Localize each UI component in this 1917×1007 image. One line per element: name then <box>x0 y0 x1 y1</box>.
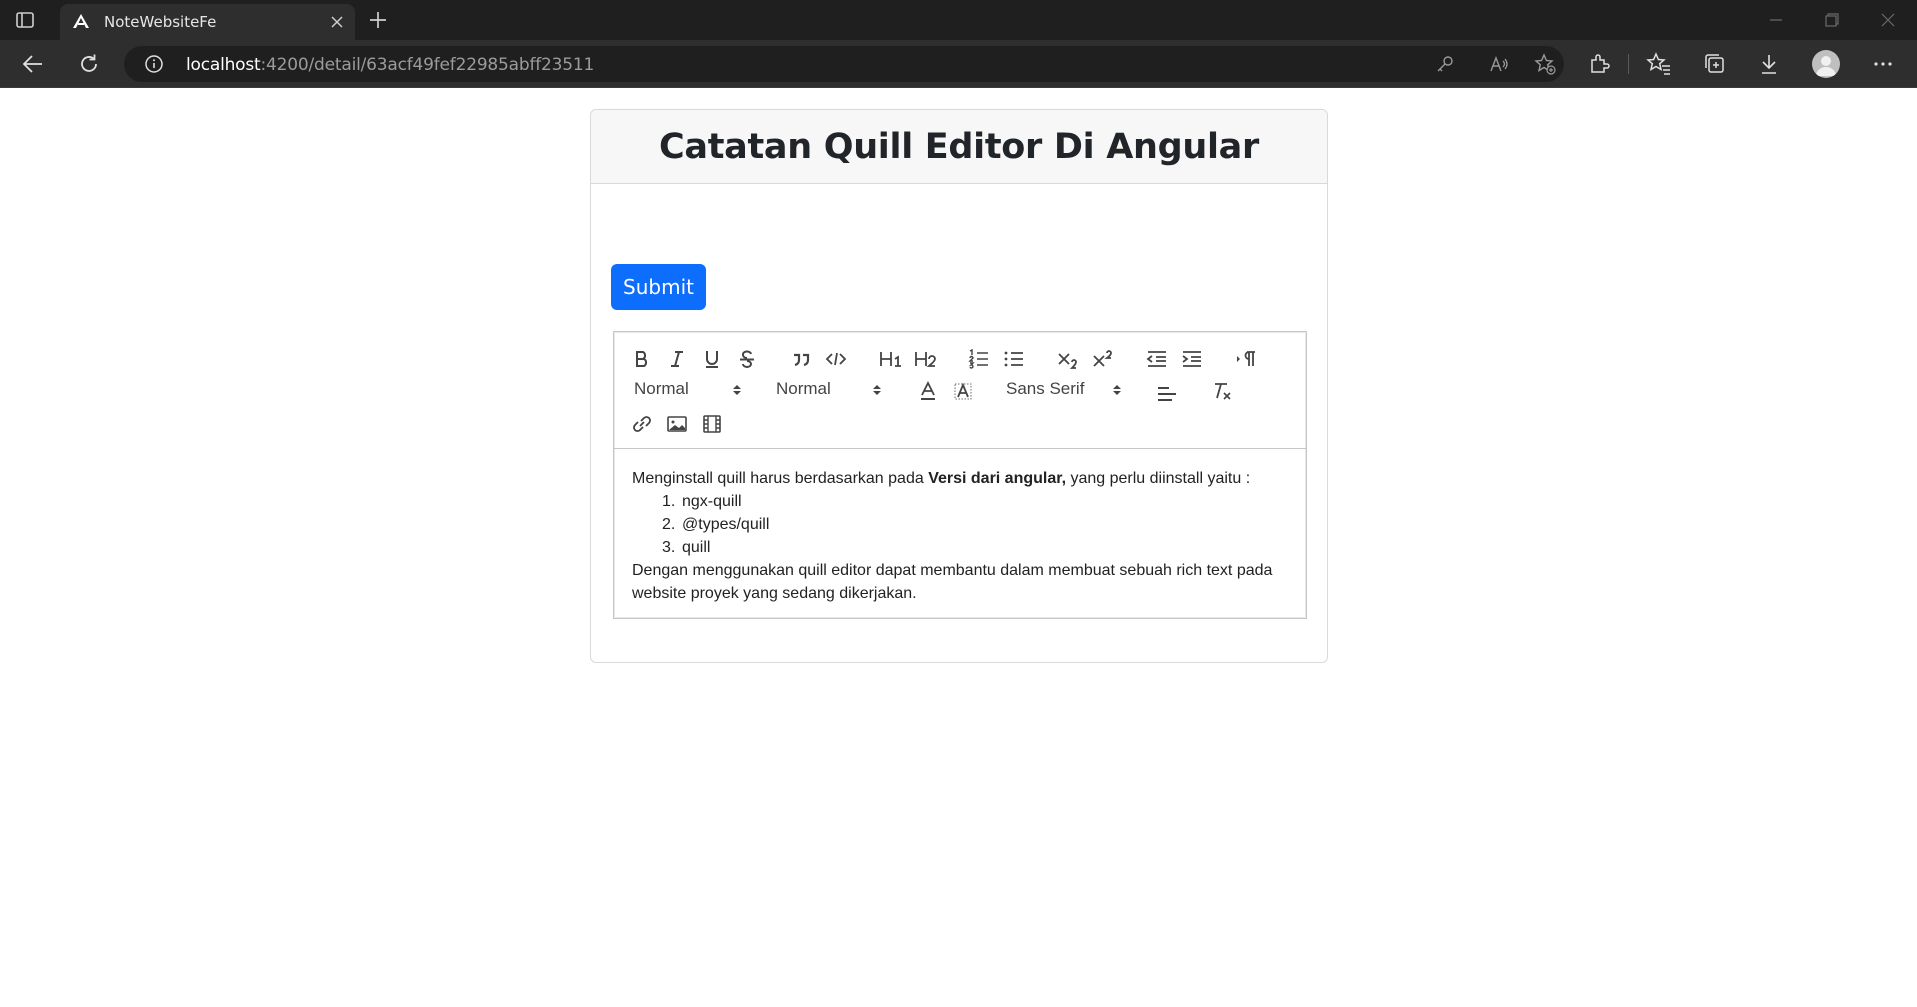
editor-toolbar: Normal Normal Sans Serif <box>614 332 1306 449</box>
favorites-icon[interactable] <box>1646 51 1672 77</box>
list-item: 1. ngx-quill <box>662 490 1292 513</box>
list-number: 1. <box>662 493 676 510</box>
url-text: localhost:4200/detail/63acf49fef22985abf… <box>186 55 594 75</box>
restore-icon[interactable] <box>1822 10 1842 30</box>
close-icon[interactable] <box>329 14 345 30</box>
size-select-value: Normal <box>776 379 831 398</box>
url-path: :4200/detail/63acf49fef22985abff23511 <box>260 55 595 75</box>
install-list: 1. ngx-quill 2. @types/quill 3. quill <box>632 490 1292 559</box>
list-item-text: @types/quill <box>682 516 770 533</box>
minimize-icon[interactable] <box>1766 10 1786 30</box>
list-item-text: quill <box>682 539 711 556</box>
select-arrows-icon <box>1113 385 1121 395</box>
list-item-text: ngx-quill <box>682 493 742 510</box>
collections-icon[interactable] <box>1702 51 1728 77</box>
ordered-list-icon[interactable] <box>967 348 991 370</box>
list-number: 2. <box>662 516 676 533</box>
url-host: localhost <box>186 55 261 75</box>
page-title: Catatan Quill Editor Di Angular <box>659 126 1259 167</box>
quill-editor: Normal Normal Sans Serif Menginstall qui… <box>613 331 1307 619</box>
more-options-icon[interactable] <box>1870 51 1896 77</box>
extensions-icon[interactable] <box>1586 51 1612 77</box>
list-item: 3. quill <box>662 536 1292 559</box>
window-close-icon[interactable] <box>1878 10 1898 30</box>
text-color-icon[interactable] <box>916 380 940 402</box>
link-icon[interactable] <box>630 413 654 435</box>
site-info-icon[interactable] <box>144 54 164 74</box>
superscript-icon[interactable] <box>1091 348 1115 370</box>
browser-tab-bar: NoteWebsiteFe <box>0 0 1917 40</box>
tab-actions-icon[interactable] <box>14 9 36 31</box>
blockquote-icon[interactable] <box>789 348 813 370</box>
toolbar-separator <box>1628 54 1629 74</box>
header-select[interactable]: Normal <box>634 379 744 401</box>
refresh-icon[interactable] <box>76 51 102 77</box>
intro-text: Menginstall quill harus berdasarkan pada <box>632 470 929 487</box>
angular-icon <box>72 13 90 31</box>
editor-content[interactable]: Menginstall quill harus berdasarkan pada… <box>632 467 1292 605</box>
downloads-icon[interactable] <box>1756 51 1782 77</box>
image-icon[interactable] <box>665 413 689 435</box>
header-2-icon[interactable] <box>913 348 937 370</box>
intro-bold-text: Versi dari angular, <box>928 470 1067 487</box>
italic-icon[interactable] <box>665 348 689 370</box>
browser-toolbar: localhost:4200/detail/63acf49fef22985abf… <box>0 40 1917 88</box>
underline-icon[interactable] <box>700 348 724 370</box>
submit-button[interactable]: Submit <box>611 264 706 310</box>
video-icon[interactable] <box>700 413 724 435</box>
select-arrows-icon <box>733 385 741 395</box>
intro-paragraph: Menginstall quill harus berdasarkan pada… <box>632 467 1292 490</box>
strike-icon[interactable] <box>735 348 759 370</box>
profile-avatar[interactable] <box>1812 50 1840 78</box>
text-direction-icon[interactable] <box>1234 348 1258 370</box>
header-1-icon[interactable] <box>878 348 902 370</box>
font-select-value: Sans Serif <box>1006 379 1085 398</box>
browser-tab[interactable]: NoteWebsiteFe <box>60 4 355 40</box>
closing-paragraph: Dengan menggunakan quill editor dapat me… <box>632 562 1273 602</box>
bullet-list-icon[interactable] <box>1002 348 1026 370</box>
code-block-icon[interactable] <box>824 348 848 370</box>
size-select[interactable]: Normal <box>776 379 886 401</box>
add-favorite-icon[interactable] <box>1534 53 1556 75</box>
header-select-value: Normal <box>634 379 689 398</box>
background-color-icon[interactable] <box>951 380 975 402</box>
select-arrows-icon <box>873 385 881 395</box>
indent-icon[interactable] <box>1180 348 1204 370</box>
new-tab-icon[interactable] <box>367 9 389 31</box>
outdent-icon[interactable] <box>1145 348 1169 370</box>
read-aloud-icon[interactable] <box>1488 53 1510 75</box>
card-header: Catatan Quill Editor Di Angular <box>591 110 1327 184</box>
subscript-icon[interactable] <box>1056 348 1080 370</box>
address-bar[interactable]: localhost:4200/detail/63acf49fef22985abf… <box>124 46 1564 82</box>
back-arrow-icon[interactable] <box>20 51 46 77</box>
list-number: 3. <box>662 539 676 556</box>
list-item: 2. @types/quill <box>662 513 1292 536</box>
clear-formatting-icon[interactable] <box>1210 380 1234 402</box>
key-icon[interactable] <box>1434 53 1456 75</box>
note-card: Catatan Quill Editor Di Angular Submit N… <box>590 109 1328 663</box>
align-icon[interactable] <box>1155 382 1179 404</box>
intro-text-end: yang perlu diinstall yaitu : <box>1066 470 1251 487</box>
bold-icon[interactable] <box>630 348 654 370</box>
tab-title: NoteWebsiteFe <box>104 13 217 31</box>
font-select[interactable]: Sans Serif <box>1006 379 1126 401</box>
